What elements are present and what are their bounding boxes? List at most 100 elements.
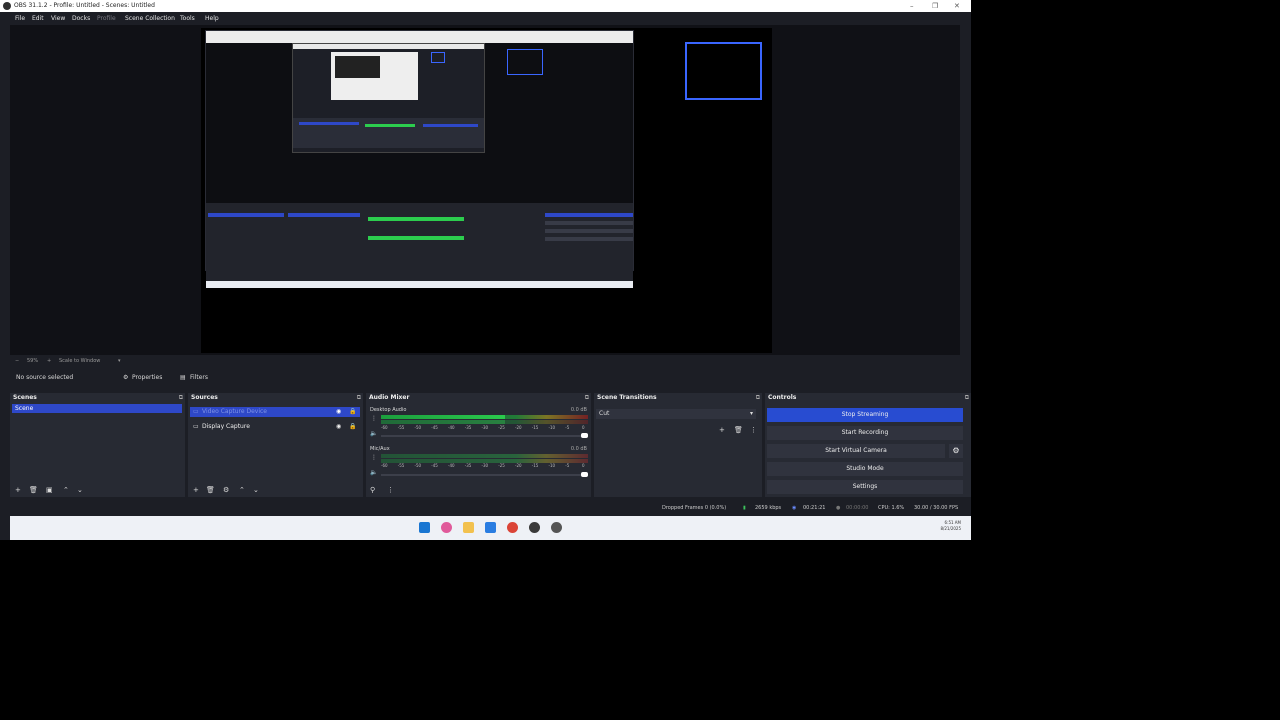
nested-menubar: [206, 31, 633, 43]
audio-mixer-dock: Audio Mixer ⧉ Desktop Audio 0.0 dB ⋮ -60 -…: [366, 393, 591, 497]
meter-scale-tick: -50: [414, 425, 422, 430]
restore-icon[interactable]: ❐: [932, 0, 938, 12]
display-capture-image: [205, 30, 634, 288]
zoom-in-icon[interactable]: +: [47, 355, 51, 367]
settings-button[interactable]: Settings: [767, 480, 963, 494]
meter-scale-tick: -20: [515, 463, 522, 468]
transition-menu-icon[interactable]: ⋮: [750, 426, 757, 434]
taskbar-clock[interactable]: 6:51 AM 8/21/2025: [940, 520, 961, 532]
source-properties-icon[interactable]: ⚙: [223, 486, 229, 494]
title-bar: OBS 31.1.2 - Profile: Untitled - Scenes:…: [0, 0, 971, 12]
stop-streaming-button[interactable]: Stop Streaming: [767, 408, 963, 422]
meter-scale-tick: -10: [548, 463, 556, 468]
studio-mode-button[interactable]: Studio Mode: [767, 462, 963, 476]
add-transition-icon[interactable]: +: [719, 426, 725, 434]
menu-view[interactable]: View: [51, 12, 65, 25]
lock-icon[interactable]: 🔒: [349, 407, 356, 417]
channel-menu-icon[interactable]: ⋮: [371, 415, 377, 422]
start-recording-button[interactable]: Start Recording: [767, 426, 963, 440]
source-bounding-box[interactable]: [685, 42, 762, 100]
volume-slider[interactable]: [381, 472, 588, 477]
dock-float-icon[interactable]: ⧉: [965, 393, 969, 403]
transitions-title: Scene Transitions: [597, 394, 657, 401]
dock-float-icon[interactable]: ⧉: [585, 393, 589, 403]
meter-scale-tick: -60: [381, 425, 388, 430]
transition-select[interactable]: Cut ▾: [596, 409, 756, 419]
outlook-icon[interactable]: [485, 522, 496, 533]
visibility-eye-icon[interactable]: ◉: [336, 407, 341, 417]
taskbar: 6:51 AM 8/21/2025: [10, 516, 971, 540]
chrome-icon[interactable]: [507, 522, 518, 533]
close-icon[interactable]: ✕: [954, 0, 960, 12]
minimize-icon[interactable]: –: [910, 0, 914, 12]
volume-slider[interactable]: [381, 433, 588, 438]
meter-scale-tick: -50: [414, 463, 422, 468]
obs-taskbar-icon[interactable]: [529, 522, 540, 533]
scene-item[interactable]: Scene: [12, 404, 182, 413]
volume-meter: [381, 420, 588, 424]
lock-icon[interactable]: 🔒: [349, 422, 356, 432]
dock-float-icon[interactable]: ⧉: [756, 393, 760, 403]
source-item-display-capture[interactable]: ▭ Display Capture ◉ 🔒: [190, 422, 360, 432]
record-time: 00:00:00: [846, 505, 869, 511]
menu-docks[interactable]: Docks: [72, 12, 90, 25]
menu-help[interactable]: Help: [205, 12, 219, 25]
gear-icon: ⚙: [123, 374, 129, 381]
chevron-down-icon[interactable]: ▾: [118, 355, 121, 367]
obs-window: OBS 31.1.2 - Profile: Untitled - Scenes:…: [0, 0, 971, 540]
app-icon[interactable]: [551, 522, 562, 533]
scale-mode[interactable]: Scale to Window: [59, 355, 100, 367]
dock-float-icon[interactable]: ⧉: [357, 393, 361, 403]
channel-menu-icon[interactable]: ⋮: [371, 454, 377, 461]
menu-profile[interactable]: Profile: [97, 12, 116, 25]
meter-scale-tick: -25: [498, 425, 505, 430]
speaker-icon[interactable]: 🔈: [370, 430, 377, 437]
add-scene-icon[interactable]: +: [15, 486, 21, 494]
controls-dock: Controls ⧉ Stop Streaming Start Recording…: [765, 393, 971, 497]
scene-filters-icon[interactable]: ▣: [46, 486, 53, 494]
chevron-down-icon: ▾: [749, 410, 753, 417]
add-source-icon[interactable]: +: [193, 486, 199, 494]
move-down-icon[interactable]: ⌄: [253, 486, 259, 494]
properties-button[interactable]: Properties: [132, 370, 162, 386]
source-item-video-capture[interactable]: ▭ Video Capture Device ◉ 🔒: [190, 407, 360, 417]
camera-icon: ▭: [193, 408, 199, 415]
advanced-audio-icon[interactable]: ⚲: [370, 486, 375, 494]
nested-docks: [206, 203, 633, 288]
sources-title: Sources: [191, 394, 218, 401]
meter-scale-tick: -30: [481, 463, 489, 468]
remove-transition-icon[interactable]: 🗑: [734, 426, 743, 434]
nested-preview: [206, 43, 633, 203]
virtual-camera-settings-icon[interactable]: ⚙: [949, 444, 963, 458]
file-explorer-icon[interactable]: [463, 522, 474, 533]
sources-dock: Sources ⧉ ▭ Video Capture Device ◉ 🔒 ▭ Di…: [188, 393, 363, 497]
speaker-icon[interactable]: 🔈: [370, 469, 377, 476]
copilot-icon[interactable]: [441, 522, 452, 533]
dock-float-icon[interactable]: ⧉: [179, 393, 183, 403]
window-title: OBS 31.1.2 - Profile: Untitled - Scenes:…: [14, 2, 155, 9]
zoom-out-icon[interactable]: −: [15, 355, 19, 367]
remove-scene-icon[interactable]: 🗑: [29, 486, 38, 494]
visibility-eye-icon[interactable]: ◉: [336, 422, 341, 432]
mixer-menu-icon[interactable]: ⋮: [387, 486, 394, 494]
move-up-icon[interactable]: ⌃: [63, 486, 69, 494]
move-down-icon[interactable]: ⌄: [77, 486, 83, 494]
menu-file[interactable]: File: [15, 12, 25, 25]
menu-bar: File Edit View Docks Profile Scene Colle…: [0, 12, 971, 25]
channel-name: Mic/Aux: [370, 446, 390, 452]
monitor-icon: ▭: [193, 423, 199, 430]
menu-tools[interactable]: Tools: [180, 12, 195, 25]
channel-name: Desktop Audio: [370, 407, 407, 413]
source-label: Display Capture: [202, 423, 250, 430]
start-virtual-camera-button[interactable]: Start Virtual Camera: [767, 444, 945, 458]
filters-button[interactable]: Filters: [190, 370, 208, 386]
move-up-icon[interactable]: ⌃: [239, 486, 245, 494]
context-bar: No source selected ⚙ Properties ▤ Filter…: [10, 370, 960, 386]
windows-start-icon[interactable]: [419, 522, 430, 533]
remove-source-icon[interactable]: 🗑: [206, 486, 215, 494]
menu-edit[interactable]: Edit: [32, 12, 44, 25]
menu-scene-collection[interactable]: Scene Collection: [125, 12, 175, 25]
scenes-title: Scenes: [13, 394, 37, 401]
meter-scale-tick: 0: [582, 463, 585, 468]
stream-time: 00:21:21: [803, 505, 826, 511]
